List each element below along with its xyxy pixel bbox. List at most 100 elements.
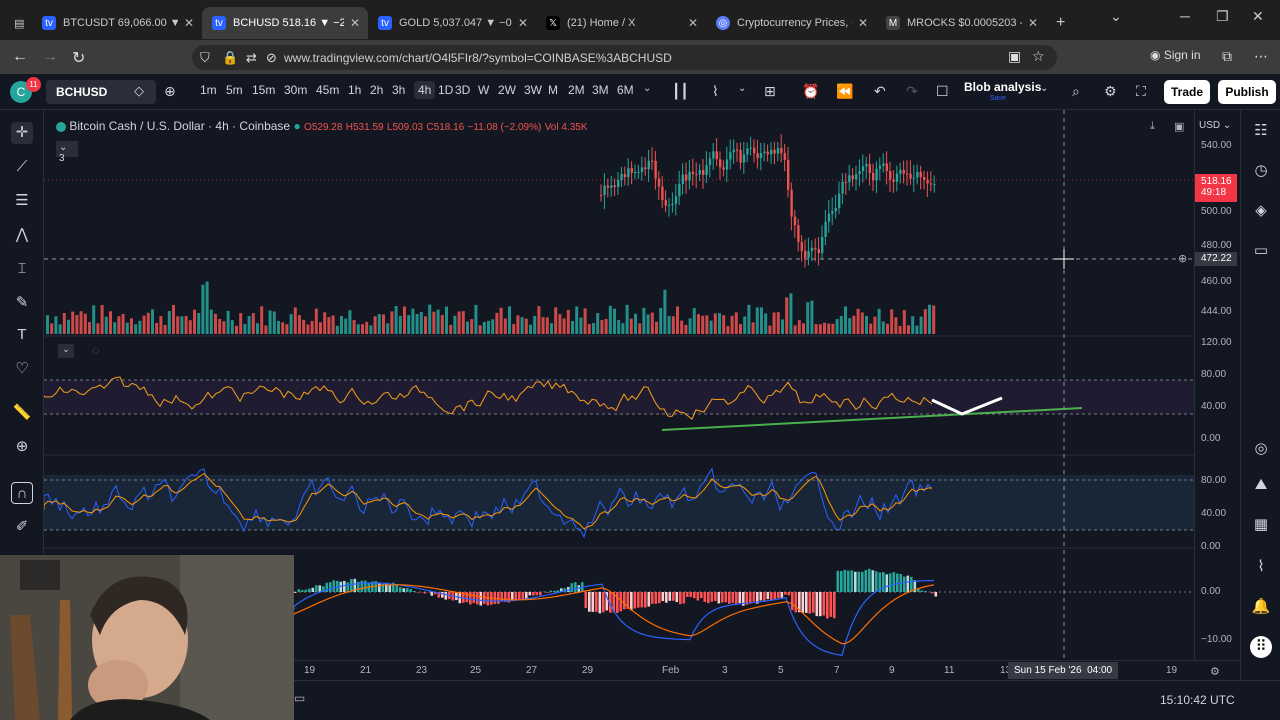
axis-settings-icon[interactable]: ⚙	[1210, 665, 1220, 678]
interval-4h[interactable]: 4h	[414, 81, 436, 99]
browser-tab-4[interactable]: ◎Cryptocurrency Prices, Char✕	[706, 7, 876, 39]
browser-tab-3[interactable]: 𝕏 (21) Home / X ✕	[536, 7, 706, 39]
layout-box-icon[interactable]: ☐	[936, 83, 949, 100]
sign-in-button[interactable]: ◉ Sign in	[1150, 48, 1201, 62]
forward-icon[interactable]: →	[42, 48, 58, 66]
interval-1d[interactable]: 1D	[438, 83, 453, 97]
tab-menu-icon[interactable]: ▤	[4, 7, 32, 39]
legend-title[interactable]: Bitcoin Cash / U.S. Dollar · 4h · Coinba…	[69, 119, 290, 133]
browser-tab-2[interactable]: tvGOLD 5,037.047 ▼ −0.43% |✕	[368, 7, 536, 39]
tab-search-icon[interactable]: ⌄	[1110, 8, 1122, 25]
pane-collapse-button[interactable]: ⌄	[58, 344, 74, 358]
trade-button[interactable]: Trade	[1164, 80, 1210, 104]
compare-symbol-icon[interactable]: ⊕	[164, 83, 176, 100]
close-tab-icon[interactable]: ✕	[688, 16, 698, 30]
browser-tab-1[interactable]: tvBCHUSD 518.16 ▼ −2.76% |✕	[202, 7, 368, 39]
candle-style-icon[interactable]: ┃┃	[672, 83, 689, 100]
brush-icon[interactable]: ✎	[11, 292, 33, 314]
reload-icon[interactable]: ↻	[72, 48, 85, 68]
date-range-icon[interactable]: ▭	[294, 691, 305, 705]
site-settings-icon[interactable]: ⇄	[246, 50, 257, 66]
price-axis[interactable]: USD ⌄ 540.00 518.16 49:18 500.00 480.00 4…	[1194, 110, 1240, 680]
streams-icon[interactable]: ⌇	[1250, 556, 1272, 578]
close-tab-icon[interactable]: ✕	[350, 16, 360, 30]
url-field[interactable]: www.tradingview.com/chart/O4l5FIr8/?symb…	[192, 45, 1057, 70]
interval-w[interactable]: W	[478, 83, 489, 97]
prediction-icon[interactable]: ⌶	[11, 258, 33, 280]
interval-30m[interactable]: 30m	[284, 83, 307, 97]
back-icon[interactable]: ←	[12, 48, 28, 66]
interval-45m[interactable]: 45m	[316, 83, 339, 97]
zoom-icon[interactable]: ⊕	[11, 436, 33, 458]
bookmark-icon[interactable]: ☆	[1032, 48, 1045, 65]
collapse-indicators-button[interactable]: ⌄ 3	[56, 141, 78, 164]
interval-6m[interactable]: 6M	[617, 83, 634, 97]
interval-3m[interactable]: 3M	[592, 83, 609, 97]
camera-off-icon[interactable]: ⊘	[266, 50, 277, 66]
add-alert-icon[interactable]: ⊕	[1178, 252, 1187, 265]
fullscreen-icon[interactable]: ⛶	[1136, 83, 1146, 100]
watchlist-icon[interactable]: ☷	[1250, 120, 1272, 142]
interval-2m[interactable]: 2M	[568, 83, 585, 97]
magnet-icon[interactable]: ∩	[11, 482, 33, 504]
lock-drawings-icon[interactable]: ✐	[11, 516, 33, 538]
chevron-down-icon[interactable]: ⌄	[643, 83, 651, 94]
close-window-button[interactable]: ✕	[1252, 8, 1264, 25]
layout-name[interactable]: Blob analysis	[964, 80, 1041, 94]
close-tab-icon[interactable]: ✕	[1028, 16, 1038, 30]
interval-2w[interactable]: 2W	[498, 83, 516, 97]
heart-icon[interactable]: ♡	[11, 358, 33, 380]
scroll-down-icon[interactable]: ⤓	[1150, 120, 1155, 133]
close-tab-icon[interactable]: ✕	[518, 16, 528, 30]
indicators-icon[interactable]: ⌇	[712, 83, 719, 100]
restore-button[interactable]: ❐	[1216, 8, 1229, 25]
interval-m[interactable]: M	[548, 83, 558, 97]
fib-icon[interactable]: ☰	[11, 190, 33, 212]
text-icon[interactable]: T	[11, 324, 33, 346]
replay-icon[interactable]: ⏪	[836, 83, 853, 100]
calendar-icon[interactable]: ▦	[1250, 514, 1272, 536]
settings-icon[interactable]: ⚙	[1104, 83, 1117, 100]
trendline-icon[interactable]: ⟋	[11, 156, 33, 178]
interval-15m[interactable]: 15m	[252, 83, 275, 97]
currency-selector[interactable]: USD ⌄	[1199, 120, 1231, 131]
new-tab-button[interactable]: +	[1046, 7, 1072, 39]
chevron-down-icon[interactable]: ⌄	[1040, 83, 1048, 94]
shield-icon[interactable]: ⛉	[200, 50, 210, 66]
redo-icon[interactable]: ↷	[906, 83, 918, 100]
lock-icon[interactable]: 🔒	[222, 50, 238, 66]
target-icon[interactable]: ◎	[1250, 438, 1272, 460]
apps-grid-icon[interactable]: ⠿	[1250, 636, 1272, 658]
ruler-icon[interactable]: 📏	[11, 402, 33, 424]
minimize-button[interactable]: ─	[1180, 8, 1190, 24]
publish-button[interactable]: Publish	[1218, 80, 1276, 104]
reader-icon[interactable]: ▣	[1008, 48, 1021, 65]
layers-icon[interactable]: ◈	[1250, 200, 1272, 222]
ideas-icon[interactable]: ⛰	[1250, 474, 1272, 496]
utc-clock[interactable]: 15:10:42 UTC	[1160, 693, 1235, 707]
maximize-pane-icon[interactable]: ▣	[1174, 120, 1184, 133]
chat-icon[interactable]: ▭	[1250, 240, 1272, 262]
interval-3d[interactable]: 3D	[455, 83, 470, 97]
browser-tab-0[interactable]: tvBTCUSDT 69,066.00 ▼ −1.5…✕	[32, 7, 202, 39]
interval-1h[interactable]: 1h	[348, 83, 361, 97]
search-icon[interactable]: ⌕	[1072, 83, 1080, 100]
chevron-down-icon[interactable]: ⌄	[738, 83, 746, 94]
alert-icon[interactable]: ⏰	[802, 83, 819, 100]
browser-menu-icon[interactable]: ⋯	[1254, 48, 1268, 65]
extensions-icon[interactable]: ⧉	[1222, 48, 1232, 65]
close-tab-icon[interactable]: ✕	[184, 16, 194, 30]
undo-icon[interactable]: ↶	[874, 83, 886, 100]
interval-1m[interactable]: 1m	[200, 83, 217, 97]
browser-tab-5[interactable]: MMROCKS $0.0005203 - Mo…✕	[876, 7, 1046, 39]
pattern-icon[interactable]: ⋀	[11, 224, 33, 246]
interval-3h[interactable]: 3h	[392, 83, 405, 97]
crosshair-icon[interactable]: ✛	[11, 122, 33, 144]
notifications-icon[interactable]: 🔔	[1250, 596, 1272, 618]
interval-5m[interactable]: 5m	[226, 83, 243, 97]
diamond-icon[interactable]: ◇	[134, 83, 144, 99]
templates-icon[interactable]: ⊞	[764, 83, 776, 100]
interval-2h[interactable]: 2h	[370, 83, 383, 97]
close-tab-icon[interactable]: ✕	[858, 16, 868, 30]
interval-3w[interactable]: 3W	[524, 83, 542, 97]
